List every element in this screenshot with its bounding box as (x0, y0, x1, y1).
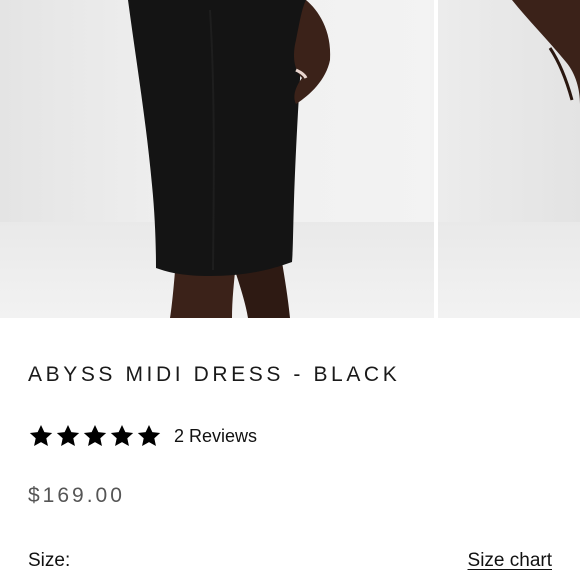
star-icon (29, 424, 53, 446)
product-photo-main[interactable] (0, 0, 434, 318)
product-image-gallery[interactable] (0, 0, 580, 318)
reviews-link[interactable]: 2 Reviews (174, 426, 257, 447)
model-hand-partial (512, 0, 580, 104)
size-chart-link[interactable]: Size chart (468, 550, 552, 572)
star-icon (110, 424, 134, 446)
star-icon (83, 424, 107, 446)
model-figure (128, 0, 331, 318)
size-label: Size: (28, 550, 71, 571)
star-icon (137, 424, 161, 446)
rating-stars[interactable] (28, 423, 162, 449)
product-price: $169.00 (28, 484, 125, 507)
star-icon (56, 424, 80, 446)
product-rating[interactable]: 2 Reviews (28, 421, 257, 451)
product-title: ABYSS MIDI DRESS - BLACK (28, 363, 401, 386)
product-photo-next[interactable] (438, 0, 580, 318)
